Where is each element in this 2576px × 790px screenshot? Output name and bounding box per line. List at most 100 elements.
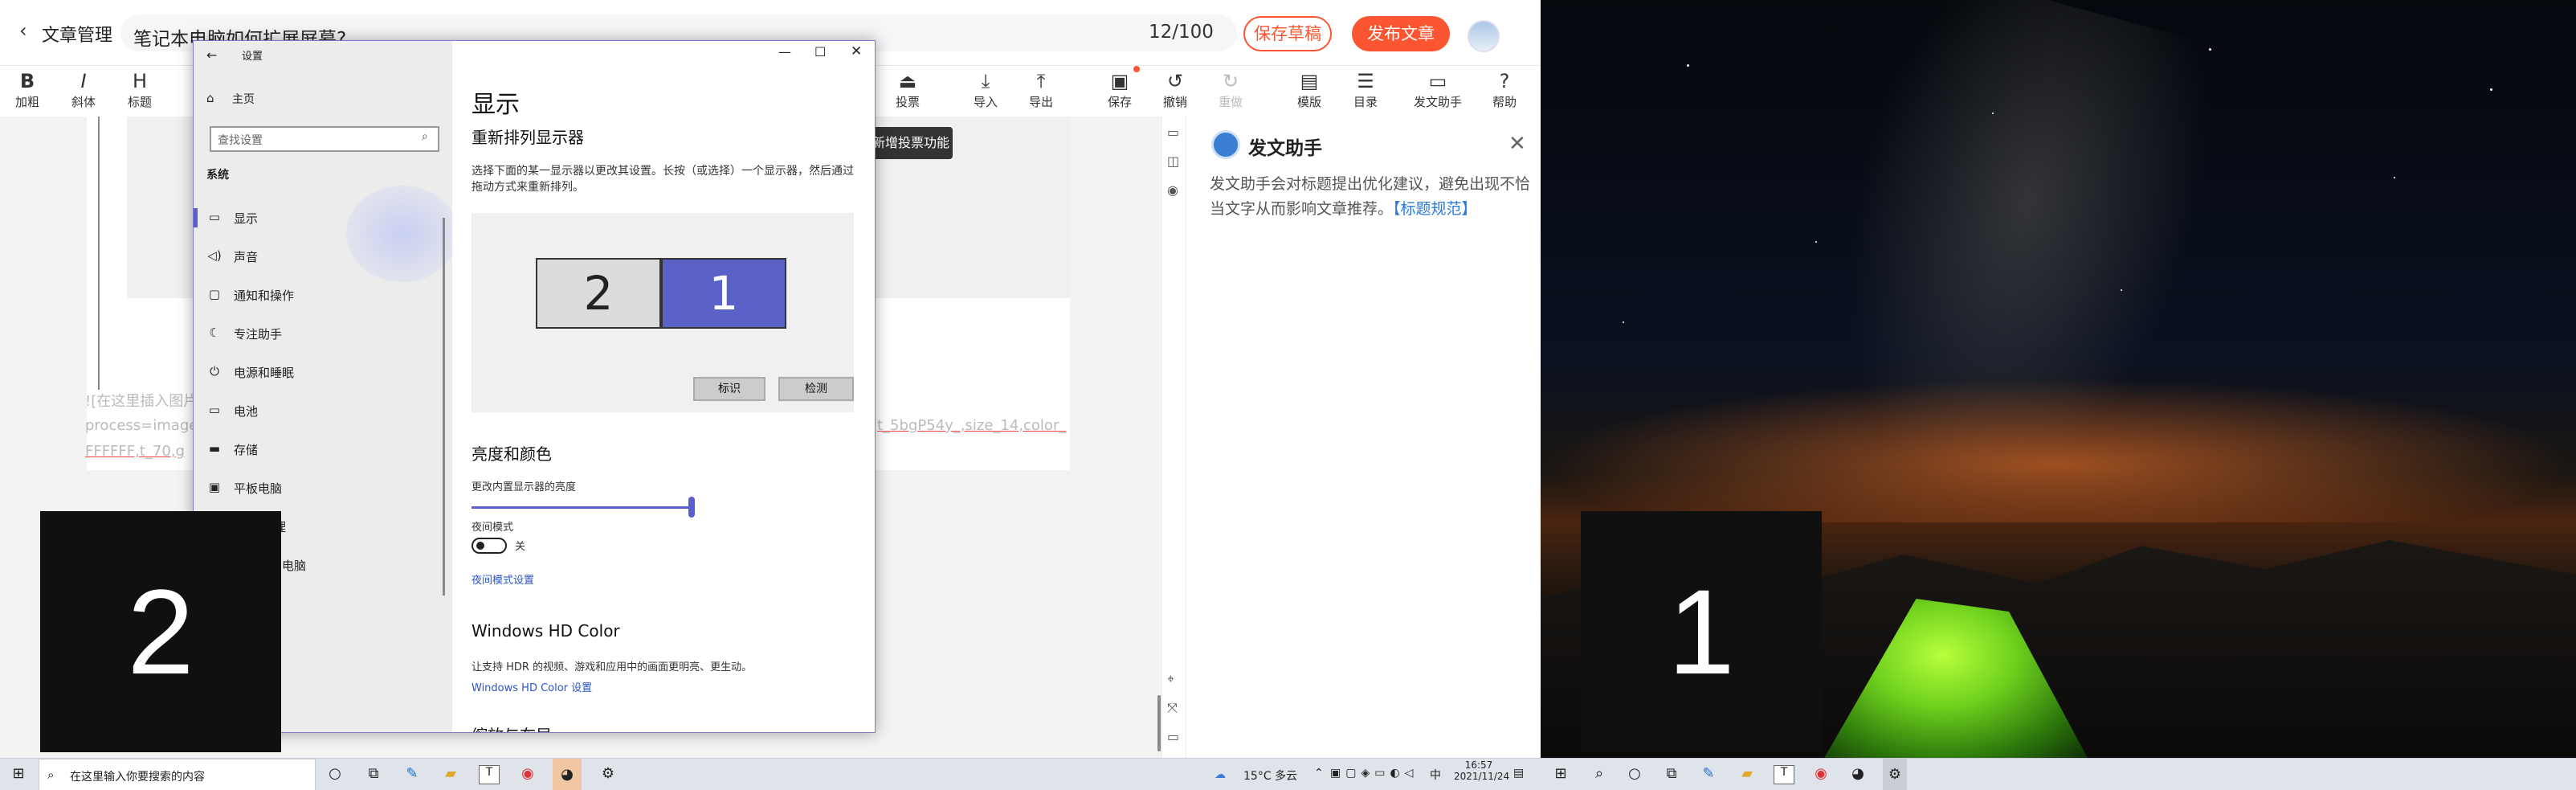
assistant-button[interactable]: ▭ 发文助手: [1407, 69, 1468, 110]
close-window-icon[interactable]: ✕: [851, 43, 862, 59]
taskbar-search-box[interactable]: ⌕ 在这里输入你要搜索的内容: [39, 759, 316, 790]
heading-button[interactable]: H 标题: [116, 69, 164, 110]
detect-button[interactable]: 检测: [778, 377, 854, 401]
hdr-settings-link[interactable]: Windows HD Color 设置: [472, 679, 592, 694]
nav-notifications[interactable]: ▢ 通知和操作: [194, 279, 452, 311]
file-explorer-icon[interactable]: ▰: [1737, 765, 1757, 784]
windows-start-icon[interactable]: ⊞: [1550, 765, 1571, 784]
monitor-1-tile[interactable]: 1: [661, 258, 786, 329]
cortana-icon[interactable]: ○: [325, 765, 345, 784]
toolbar-label: 斜体: [71, 95, 96, 109]
save-icon: ▣: [1110, 70, 1129, 92]
next-section-title: 缩放与布局: [472, 722, 552, 732]
maximize-icon[interactable]: ☐: [814, 44, 826, 59]
nav-storage[interactable]: ▬ 存储: [194, 433, 452, 465]
scrollbar[interactable]: [1157, 695, 1161, 751]
tray-icons[interactable]: ▣▢◈▭◐◁: [1330, 767, 1418, 780]
italic-button[interactable]: I 斜体: [59, 69, 108, 110]
toolbar-label: 标题: [127, 95, 152, 109]
tray-chevron-icon[interactable]: ⌃: [1314, 767, 1324, 780]
task-view-icon[interactable]: ⧉: [1661, 765, 1682, 784]
night-mode-settings-link[interactable]: 夜间模式设置: [472, 571, 534, 587]
settings-gear-icon[interactable]: ⚙: [598, 765, 618, 784]
assistant-desc-text: 发文助手会对标题提出优化建议，避免出现不恰当文字从而影响文章推荐。: [1210, 175, 1531, 218]
file-explorer-icon[interactable]: ▰: [440, 765, 461, 784]
monitor-2-tile[interactable]: 2: [536, 258, 661, 329]
clock-time: 16:57: [1464, 759, 1493, 771]
nav-battery[interactable]: ▭ 电池: [194, 395, 452, 427]
save-draft-button[interactable]: 保存草稿: [1243, 16, 1332, 51]
preview-eye-icon[interactable]: ◉: [1167, 182, 1178, 198]
split-icon[interactable]: ◫: [1167, 153, 1179, 169]
star: [2394, 177, 2395, 178]
weather-text[interactable]: 15°C 多云: [1243, 767, 1297, 784]
ime-indicator[interactable]: 中: [1430, 767, 1441, 783]
undo-button[interactable]: ↺ 撤销: [1151, 69, 1199, 110]
typora-icon[interactable]: T: [1774, 765, 1794, 784]
article-manage-link[interactable]: 文章管理: [42, 21, 112, 47]
toc-button[interactable]: ☰ 目录: [1341, 69, 1390, 110]
qq-icon[interactable]: ◕: [1847, 765, 1868, 784]
layout-icon[interactable]: ▭: [1167, 125, 1179, 140]
settings-gear-icon[interactable]: ⚙: [1883, 759, 1907, 790]
nav-tablet[interactable]: ▣ 平板电脑: [194, 472, 452, 504]
toolbar-label: 重做: [1218, 95, 1243, 109]
template-button[interactable]: ▤ 模版: [1285, 69, 1333, 110]
toolbar-label: 导入: [973, 95, 998, 109]
toc-icon: ☰: [1357, 70, 1374, 92]
nav-display[interactable]: ▭ 显示: [194, 202, 452, 234]
cortana-icon[interactable]: ○: [1624, 765, 1645, 784]
import-button[interactable]: ⤓ 导入: [961, 69, 1010, 110]
toolbar-label: 模版: [1296, 95, 1321, 109]
toolbar-label: 目录: [1353, 95, 1378, 109]
typora-icon[interactable]: T: [479, 765, 500, 784]
avatar[interactable]: [1468, 20, 1500, 52]
chrome-icon[interactable]: ◉: [1811, 765, 1831, 784]
action-center-icon[interactable]: ▤: [1513, 767, 1524, 780]
back-chevron-icon[interactable]: ‹: [19, 19, 27, 42]
nav-label: 电脑: [282, 559, 307, 573]
night-mode-toggle[interactable]: [472, 538, 507, 554]
assistant-title: 发文助手: [1248, 138, 1322, 159]
redo-button[interactable]: ↻ 重做: [1206, 69, 1255, 110]
title-rules-link[interactable]: 【标题规范】: [1393, 200, 1477, 218]
windows-start-icon[interactable]: ⊞: [8, 765, 29, 784]
rearrange-description: 选择下面的某一显示器以更改其设置。长按（或选择）一个显示器，然后通过拖动方式来重…: [472, 165, 854, 194]
nav-power[interactable]: ⏻ 电源和睡眠: [194, 356, 452, 388]
help-button[interactable]: ? 帮助: [1480, 69, 1529, 110]
feather-app-icon[interactable]: ✎: [1698, 765, 1719, 784]
fullscreen-icon[interactable]: ⤧: [1167, 700, 1178, 716]
body-line: ![在这里插入图片: [85, 393, 198, 410]
close-icon[interactable]: ✕: [1508, 132, 1526, 156]
clock[interactable]: 16:57 2021/11/24: [1454, 759, 1509, 782]
vote-icon: ⏏: [898, 70, 917, 92]
brightness-slider-fill: [472, 506, 688, 509]
minimize-icon[interactable]: —: [778, 44, 791, 59]
sidebar-scrollbar[interactable]: [443, 218, 445, 596]
home-link[interactable]: 主页: [232, 91, 255, 107]
import-icon: ⤓: [981, 70, 990, 92]
search-icon: ⌕: [422, 130, 428, 143]
desktop-icon[interactable]: ▭: [1167, 729, 1179, 744]
window-title: 设置: [242, 51, 263, 63]
search-icon[interactable]: ⌕: [1589, 765, 1610, 784]
locate-icon[interactable]: ⌖: [1167, 671, 1174, 687]
back-arrow-icon[interactable]: ←: [206, 47, 217, 63]
publish-button[interactable]: 发布文章: [1352, 16, 1450, 51]
page-title: 显示: [472, 91, 520, 119]
star: [1815, 241, 1817, 243]
identify-button[interactable]: 标识: [693, 377, 765, 401]
brightness-slider-thumb[interactable]: [688, 497, 695, 518]
settings-search-input[interactable]: 查找设置: [210, 126, 439, 152]
vote-button[interactable]: ⏏ 投票: [884, 69, 932, 110]
export-button[interactable]: ⤒ 导出: [1017, 69, 1065, 110]
chrome-icon[interactable]: ◉: [517, 765, 538, 784]
save-button[interactable]: ▣ 保存: [1096, 69, 1144, 110]
feather-app-icon[interactable]: ✎: [402, 765, 423, 784]
qq-icon[interactable]: ◕: [553, 759, 582, 790]
nav-sound[interactable]: ◁) 声音: [194, 240, 452, 272]
task-view-icon[interactable]: ⧉: [363, 765, 384, 784]
nav-focus[interactable]: ☾ 专注助手: [194, 317, 452, 350]
bold-button[interactable]: B 加粗: [3, 69, 51, 110]
code-block-border: [98, 117, 100, 390]
